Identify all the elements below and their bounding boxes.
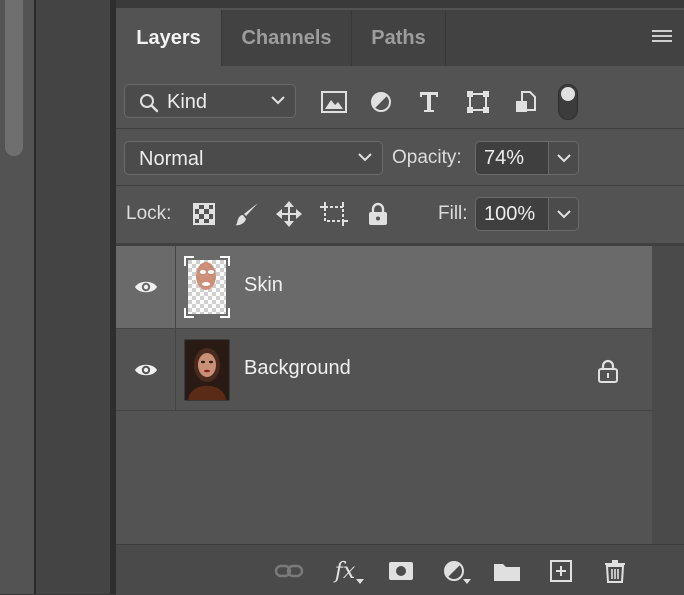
layers-bottom-toolbar: fx xyxy=(116,544,684,595)
layer-name[interactable]: Skin xyxy=(244,274,283,297)
fx-label: fx xyxy=(334,558,356,584)
layer-visibility-toggle[interactable] xyxy=(116,246,176,328)
opacity-input[interactable]: 74% xyxy=(475,141,549,175)
delete-layer-icon[interactable] xyxy=(600,557,630,585)
divider xyxy=(116,128,684,129)
smart-object-filter-icon[interactable] xyxy=(512,88,540,116)
new-layer-icon[interactable] xyxy=(546,557,576,585)
filter-kind-label: Kind xyxy=(167,91,208,113)
add-mask-icon[interactable] xyxy=(386,557,416,585)
lock-image-pixels-icon[interactable] xyxy=(233,200,261,228)
fill-input[interactable]: 100% xyxy=(475,197,549,231)
chevron-down-icon xyxy=(271,96,285,105)
tab-layers[interactable]: Layers xyxy=(116,10,222,66)
layers-scrollbar-track[interactable] xyxy=(652,246,684,544)
panel-tabs: Layers Channels Paths xyxy=(116,10,684,66)
tab-paths[interactable]: Paths xyxy=(352,10,446,66)
type-filter-icon[interactable] xyxy=(415,88,443,116)
opacity-dropdown-button[interactable] xyxy=(549,141,579,175)
shape-filter-icon[interactable] xyxy=(464,88,492,116)
lock-label: Lock: xyxy=(126,203,172,224)
fill-dropdown-button[interactable] xyxy=(549,197,579,231)
left-panel-strip xyxy=(0,0,35,594)
opacity-label: Opacity: xyxy=(392,147,462,168)
lock-all-icon[interactable] xyxy=(364,200,392,228)
new-group-icon[interactable] xyxy=(492,557,522,585)
search-icon xyxy=(140,94,159,113)
chevron-down-icon xyxy=(358,153,372,162)
layer-visibility-toggle[interactable] xyxy=(116,329,176,411)
adjustment-filter-icon[interactable] xyxy=(367,88,395,116)
lock-transparent-pixels-icon[interactable] xyxy=(190,200,218,228)
middle-panel-strip xyxy=(36,0,112,594)
fill-label: Fill: xyxy=(438,203,468,224)
left-scrollbar-thumb[interactable] xyxy=(5,0,23,156)
layer-row-background[interactable]: Background xyxy=(116,329,652,411)
tab-channels[interactable]: Channels xyxy=(222,10,352,66)
filter-kind-select[interactable]: Kind xyxy=(124,84,296,118)
toggle-knob xyxy=(561,87,575,101)
layer-thumbnail-background[interactable] xyxy=(184,339,230,401)
divider xyxy=(116,410,684,411)
layers-panel: Layers Channels Paths Kind Normal Opacit… xyxy=(116,0,684,595)
lock-position-icon[interactable] xyxy=(275,200,303,228)
image-filter-icon[interactable] xyxy=(320,88,348,116)
layer-name[interactable]: Background xyxy=(244,357,351,380)
layer-thumbnail-skin[interactable] xyxy=(184,256,230,318)
eye-icon xyxy=(134,364,157,376)
eye-icon xyxy=(134,281,157,293)
link-layers-icon[interactable] xyxy=(274,557,304,585)
chevron-down-icon xyxy=(556,154,571,163)
chevron-down-icon xyxy=(556,210,571,219)
filter-toggle-switch[interactable] xyxy=(558,84,578,120)
fx-icon[interactable]: fx xyxy=(330,557,364,585)
panel-menu-icon[interactable] xyxy=(652,30,672,46)
adjustment-layer-icon[interactable] xyxy=(439,557,471,585)
layer-row-skin[interactable]: Skin xyxy=(116,246,652,328)
layer-lock-icon[interactable] xyxy=(597,359,619,383)
lock-artboard-icon[interactable] xyxy=(320,200,348,228)
blend-mode-value: Normal xyxy=(139,148,204,170)
panel-top-bar xyxy=(116,0,684,8)
divider xyxy=(116,185,684,186)
blend-mode-select[interactable]: Normal xyxy=(124,141,383,175)
